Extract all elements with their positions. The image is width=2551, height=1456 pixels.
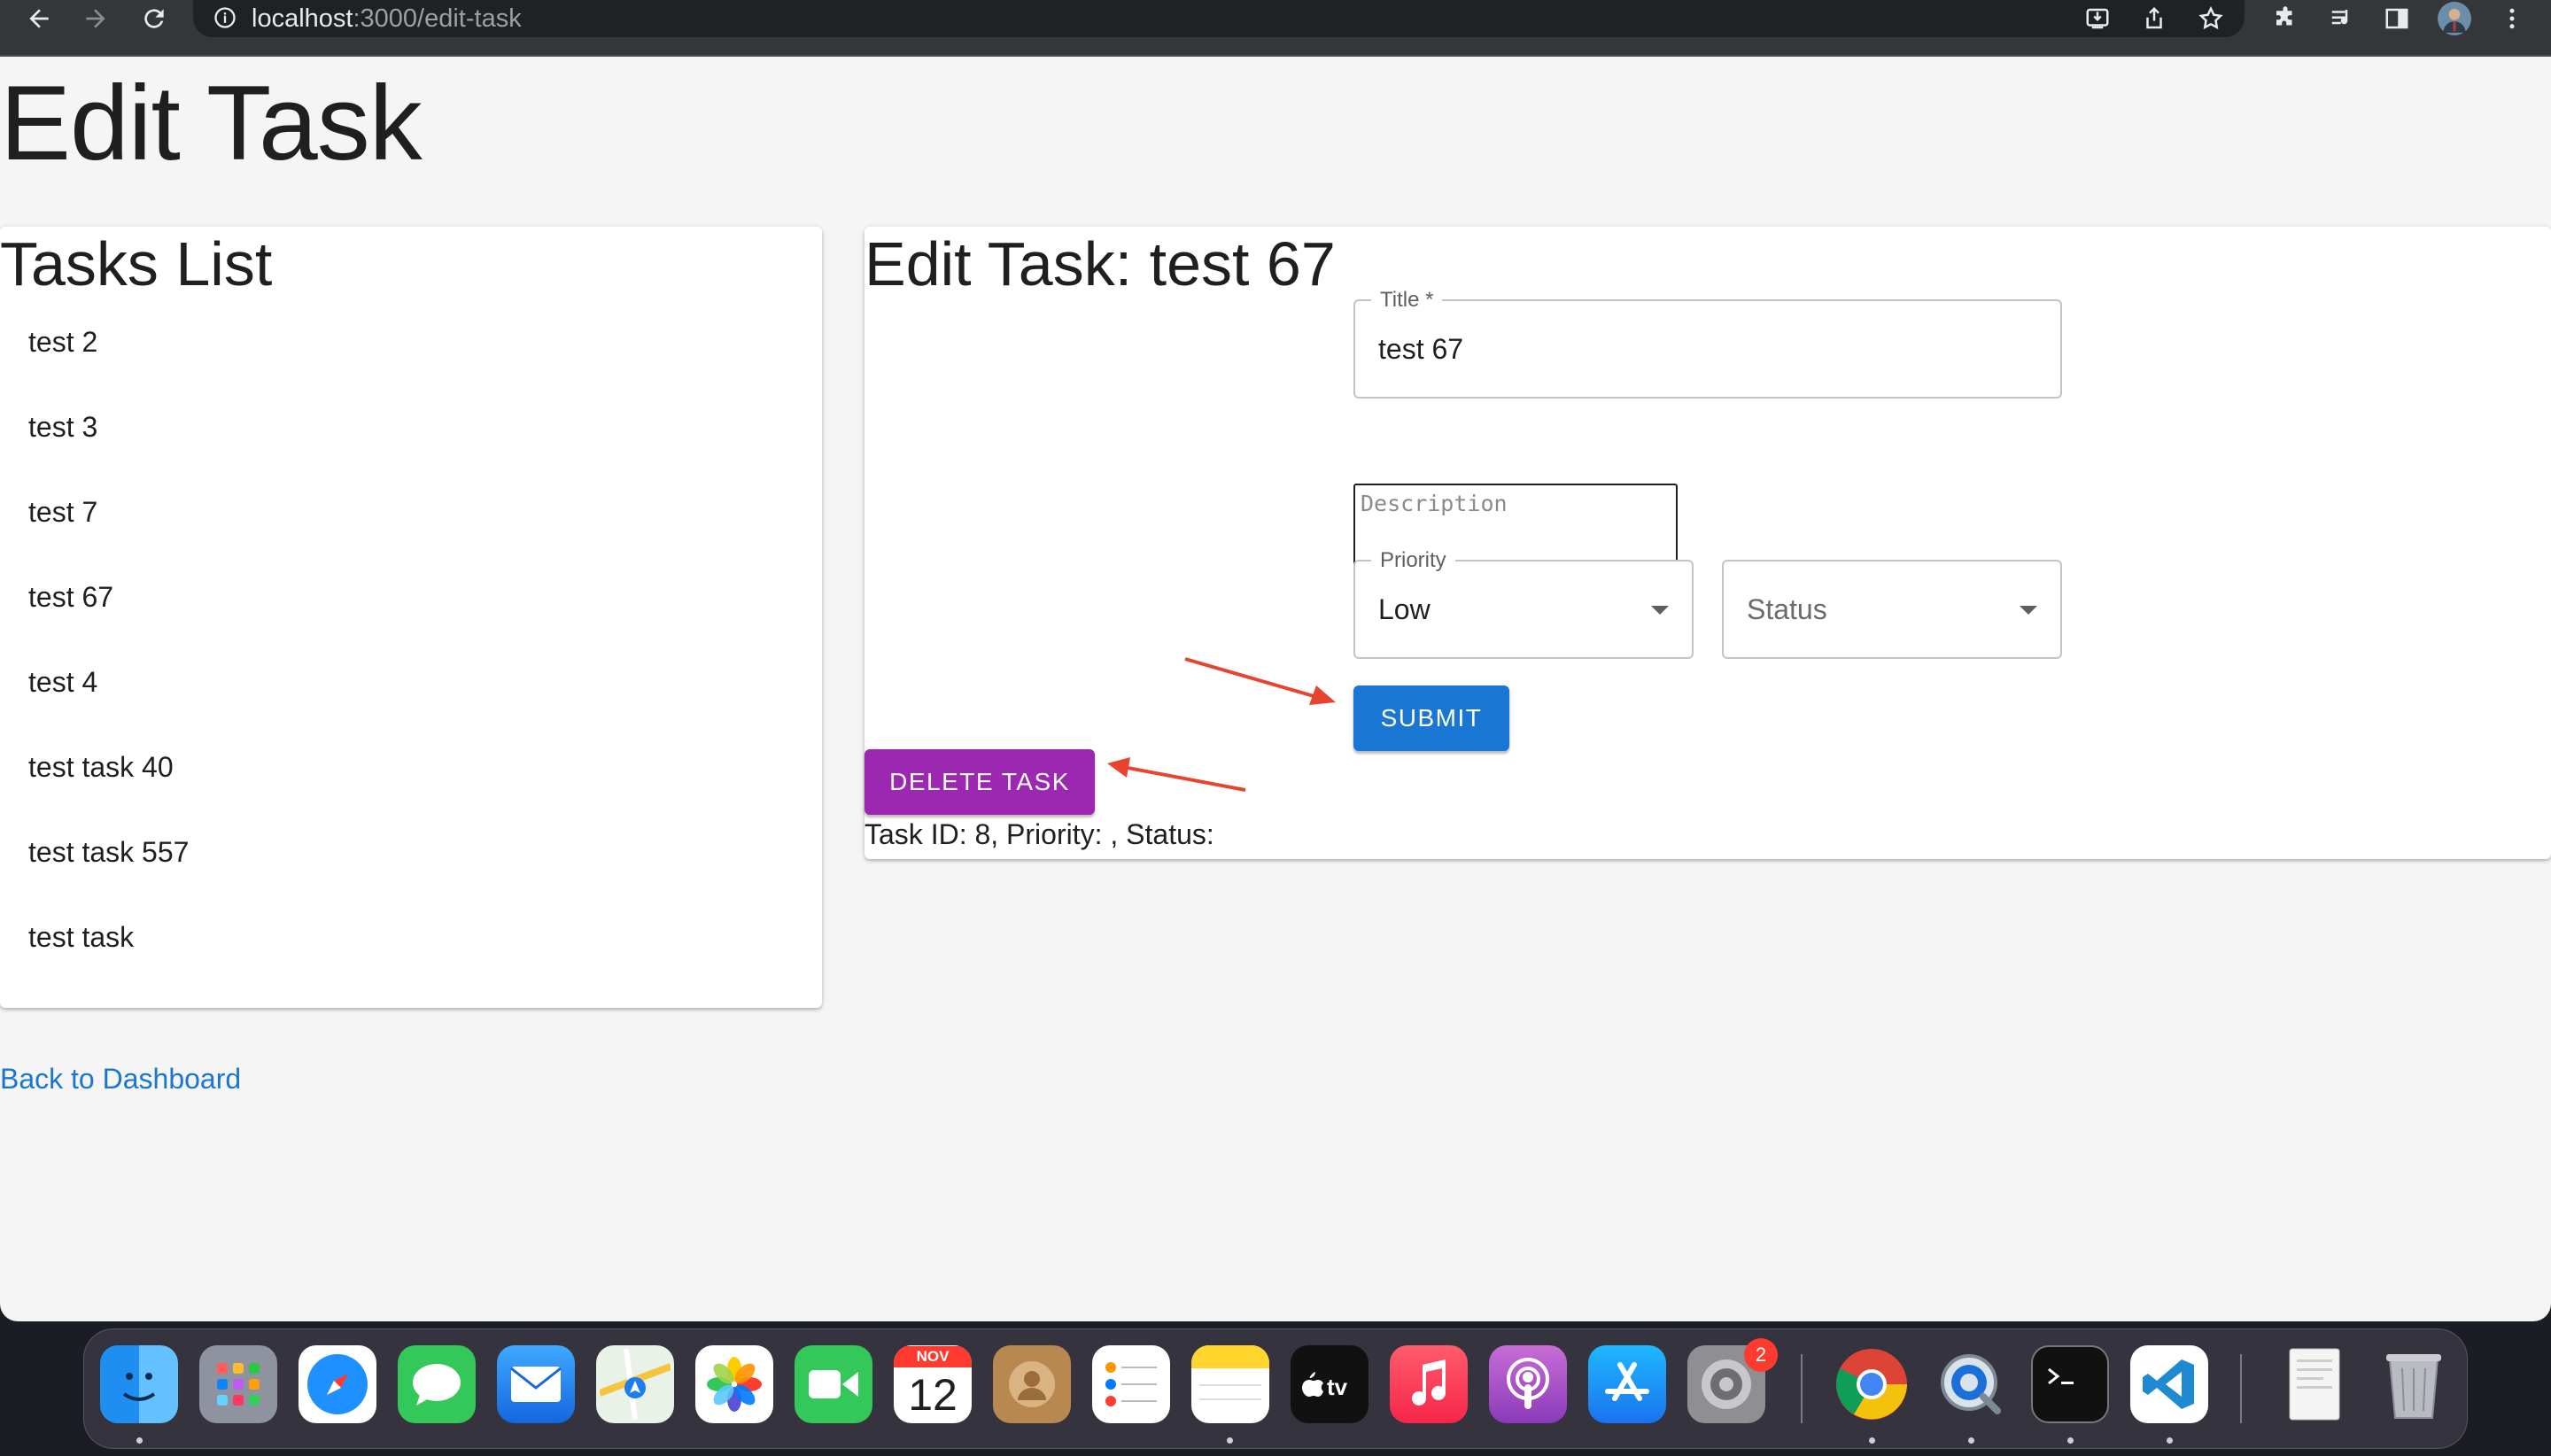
- chrome-icon[interactable]: [1833, 1345, 1911, 1423]
- status-label: Status: [1747, 593, 1827, 625]
- priority-label: Priority: [1371, 549, 1455, 572]
- apple-tv-icon[interactable]: tv: [1291, 1345, 1369, 1423]
- task-list-item[interactable]: test 3: [0, 384, 822, 469]
- vscode-icon[interactable]: [2130, 1345, 2208, 1423]
- calendar-icon[interactable]: NOV 12: [894, 1345, 972, 1423]
- dock-separator: [2240, 1354, 2242, 1423]
- macos-dock: NOV 12 tv 2: [83, 1328, 2468, 1449]
- calendar-day: 12: [908, 1370, 958, 1420]
- quicktime-icon[interactable]: [1932, 1345, 2010, 1423]
- forward-arrow-icon[interactable]: [74, 0, 117, 37]
- running-indicator: [2067, 1437, 2074, 1444]
- extensions-icon[interactable]: [2266, 0, 2305, 37]
- notes-icon[interactable]: [1191, 1345, 1269, 1423]
- svg-text:tv: tv: [1327, 1374, 1348, 1400]
- title-input-value[interactable]: test 67: [1378, 333, 1463, 366]
- terminal-icon[interactable]: [2031, 1345, 2109, 1423]
- tasks-list-card: Tasks List test 2 test 3 test 7 test 67 …: [0, 227, 822, 1008]
- back-to-dashboard-link[interactable]: Back to Dashboard: [0, 1063, 241, 1096]
- reload-icon[interactable]: [133, 0, 175, 37]
- running-indicator: [1869, 1437, 1875, 1444]
- chevron-down-icon: [1651, 606, 1669, 615]
- contacts-icon[interactable]: [993, 1345, 1071, 1423]
- task-list-item[interactable]: test 7: [0, 469, 822, 554]
- chevron-down-icon: [2020, 606, 2037, 615]
- task-list-item[interactable]: test 67: [0, 554, 822, 639]
- notes-line: [1199, 1398, 1261, 1400]
- status-select[interactable]: Status: [1722, 560, 2062, 659]
- facetime-icon[interactable]: [795, 1345, 872, 1423]
- podcasts-icon[interactable]: [1489, 1345, 1567, 1423]
- submit-button[interactable]: SUBMIT: [1353, 685, 1509, 751]
- task-list: test 2 test 3 test 7 test 67 test 4 test…: [0, 299, 822, 980]
- url-text[interactable]: localhost:3000/edit-task: [252, 3, 522, 35]
- side-panel-icon[interactable]: [2377, 0, 2416, 37]
- edit-task-title: Edit Task: test 67: [865, 229, 1336, 298]
- launchpad-icon[interactable]: [199, 1345, 277, 1423]
- dock-separator: [1801, 1354, 1803, 1423]
- music-icon[interactable]: [1390, 1345, 1468, 1423]
- description-placeholder: Description: [1361, 491, 1508, 516]
- browser-toolbar: localhost:3000/edit-task: [0, 0, 2551, 55]
- priority-value: Low: [1378, 593, 1431, 625]
- trash-icon[interactable]: [2375, 1345, 2453, 1423]
- reminders-icon[interactable]: [1092, 1345, 1170, 1423]
- task-list-item[interactable]: test 4: [0, 639, 822, 724]
- photos-icon[interactable]: [695, 1345, 773, 1423]
- title-field-label: Title *: [1371, 288, 1443, 312]
- back-arrow-icon[interactable]: [18, 0, 60, 37]
- url-path: :3000/edit-task: [353, 4, 522, 33]
- safari-icon[interactable]: [299, 1345, 376, 1423]
- priority-select[interactable]: Priority Low: [1353, 549, 1694, 659]
- task-list-item[interactable]: test task: [0, 895, 822, 980]
- tasks-list-title: Tasks List: [0, 229, 273, 298]
- calendar-month: NOV: [894, 1346, 972, 1367]
- task-list-item[interactable]: test task 40: [0, 724, 822, 809]
- mail-icon[interactable]: [497, 1345, 575, 1423]
- notes-header: [1191, 1345, 1269, 1368]
- delete-task-button[interactable]: DELETE TASK: [865, 749, 1095, 815]
- profile-avatar[interactable]: [2434, 0, 2475, 37]
- page-title: Edit Task: [0, 64, 423, 182]
- running-indicator: [136, 1437, 143, 1444]
- messages-icon[interactable]: [398, 1345, 476, 1423]
- media-controls-icon[interactable]: [2322, 0, 2361, 37]
- url-host: localhost: [252, 4, 353, 33]
- edit-task-card: Edit Task: test 67 Title * test 67 Descr…: [865, 227, 2551, 859]
- bookmark-star-icon[interactable]: [2193, 0, 2229, 37]
- finder-icon[interactable]: [100, 1345, 178, 1423]
- page-viewport: Edit Task Tasks List test 2 test 3 test …: [0, 57, 2551, 1321]
- running-indicator: [1968, 1437, 1974, 1444]
- site-info-icon[interactable]: [213, 5, 237, 30]
- running-indicator: [1227, 1437, 1233, 1444]
- task-list-item[interactable]: test task 557: [0, 809, 822, 895]
- install-app-icon[interactable]: [2080, 0, 2115, 37]
- notification-badge: 2: [1744, 1338, 1778, 1372]
- browser-menu-icon[interactable]: [2494, 0, 2530, 37]
- pdf-document-icon[interactable]: [2276, 1345, 2353, 1423]
- title-field[interactable]: Title * test 67: [1353, 289, 2062, 399]
- app-store-icon[interactable]: [1588, 1345, 1666, 1423]
- share-icon[interactable]: [2136, 0, 2172, 37]
- running-indicator: [2167, 1437, 2173, 1444]
- required-mark: *: [1425, 288, 1434, 312]
- address-bar[interactable]: localhost:3000/edit-task: [193, 0, 2245, 37]
- title-label-text: Title: [1380, 288, 1420, 312]
- task-info-text: Task ID: 8, Priority: , Status:: [865, 818, 1214, 850]
- maps-icon[interactable]: [596, 1345, 674, 1423]
- notes-line: [1199, 1384, 1261, 1386]
- task-list-item[interactable]: test 2: [0, 299, 822, 384]
